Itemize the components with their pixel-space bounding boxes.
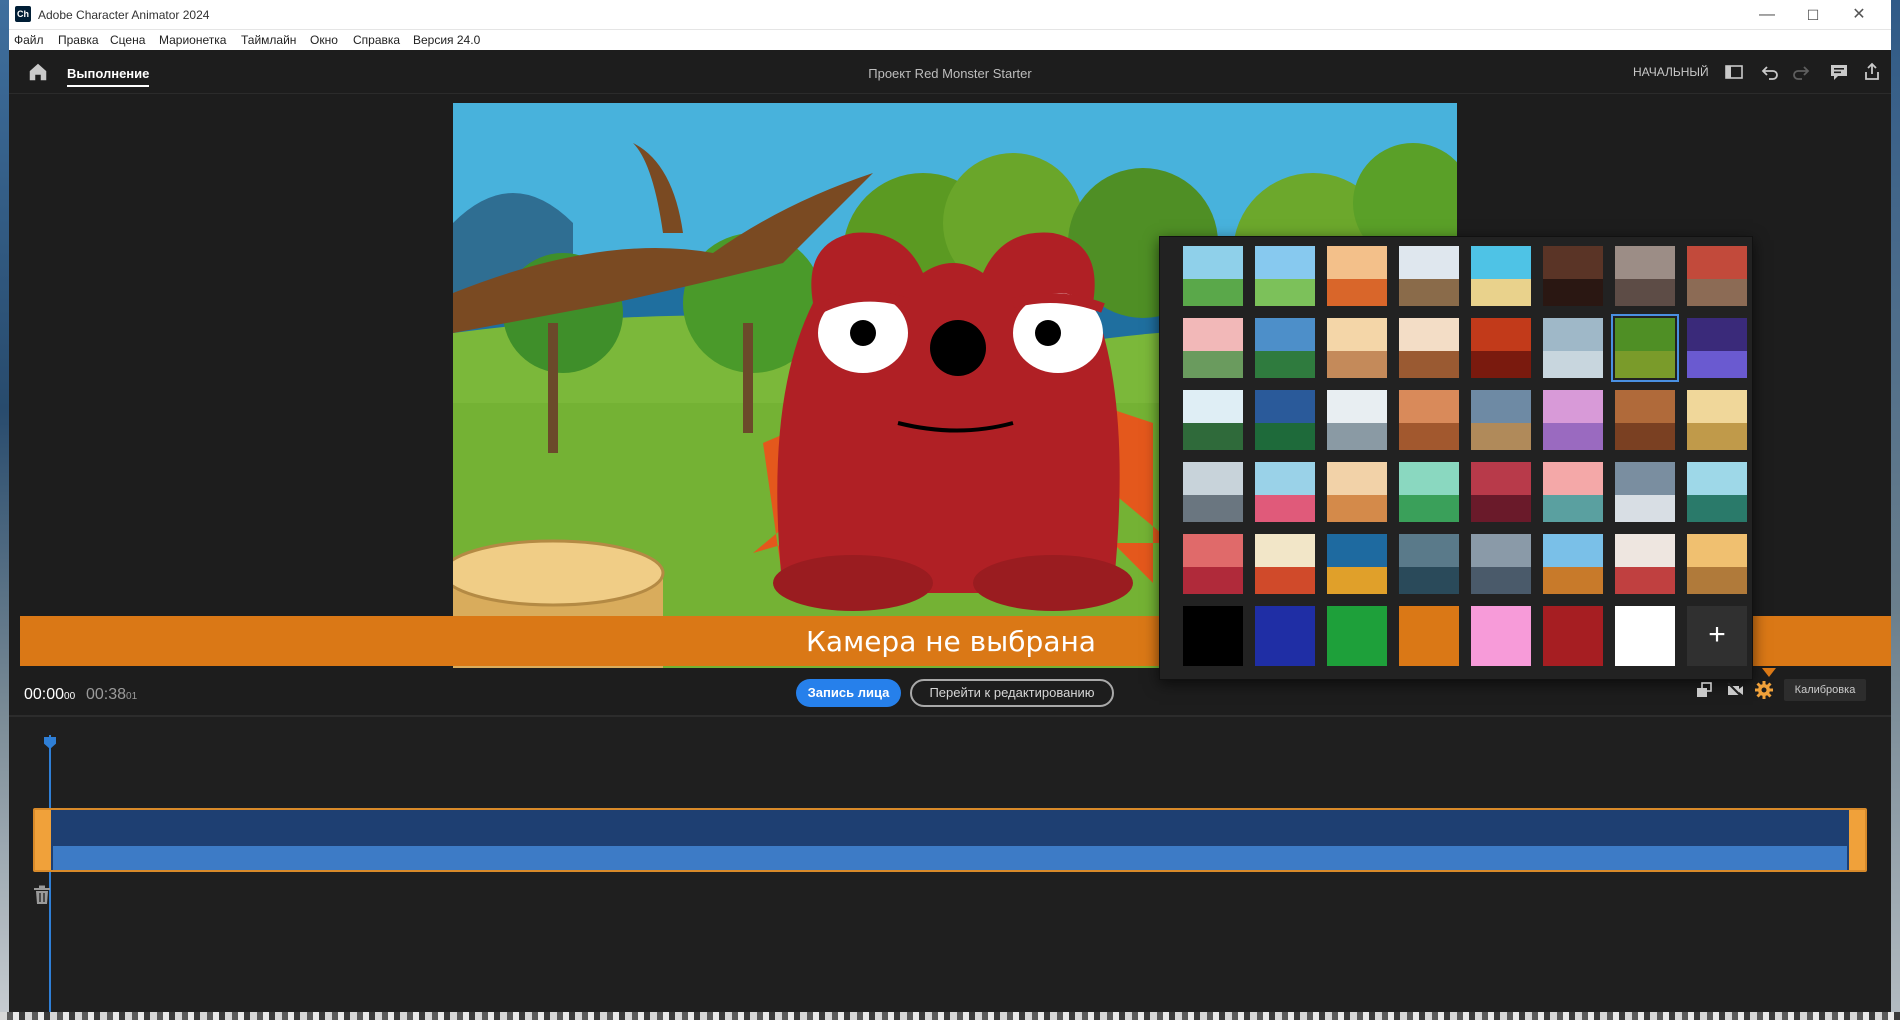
workspace-label[interactable]: НАЧАЛЬНЫЙ bbox=[1633, 65, 1709, 79]
background-thumb-city-ruins[interactable] bbox=[1543, 246, 1603, 306]
color-swatch-4[interactable] bbox=[1399, 606, 1459, 666]
go-to-edit-button[interactable]: Перейти к редактированию bbox=[910, 679, 1114, 707]
current-time-frames: 00 bbox=[64, 691, 76, 702]
background-thumb-village-house[interactable] bbox=[1687, 534, 1747, 594]
menu-scene[interactable]: Сцена bbox=[110, 33, 145, 47]
background-thumb-snowy-peaks[interactable] bbox=[1687, 462, 1747, 522]
color-swatch-3[interactable] bbox=[1327, 606, 1387, 666]
workspace-layout-icon[interactable] bbox=[1724, 62, 1744, 82]
desktop-left-edge bbox=[0, 0, 9, 1020]
menu-timeline[interactable]: Таймлайн bbox=[241, 33, 296, 47]
background-thumb-photo-studio[interactable] bbox=[1327, 390, 1387, 450]
maximize-button[interactable]: ☐ bbox=[1790, 0, 1836, 30]
app-title: Adobe Character Animator 2024 bbox=[38, 8, 210, 22]
menu-file[interactable]: Файл bbox=[14, 33, 44, 47]
playhead-line[interactable] bbox=[49, 735, 51, 1012]
title-bar: Ch Adobe Character Animator 2024 — ☐ ✕ bbox=[9, 0, 1891, 30]
background-thumb-town-square[interactable] bbox=[1399, 534, 1459, 594]
background-thumb-autumn-park[interactable] bbox=[1327, 246, 1387, 306]
background-thumb-forest-trees[interactable] bbox=[1183, 246, 1243, 306]
background-thumb-stadium-lights[interactable] bbox=[1255, 390, 1315, 450]
duration-time-frames: 01 bbox=[126, 691, 138, 702]
desktop-right-edge bbox=[1891, 0, 1900, 1020]
background-thumb-meadow-hills[interactable] bbox=[1255, 246, 1315, 306]
color-swatch-2[interactable] bbox=[1255, 606, 1315, 666]
menu-edit[interactable]: Правка bbox=[58, 33, 99, 47]
minimize-button[interactable]: — bbox=[1744, 0, 1790, 30]
app-window: Ch Adobe Character Animator 2024 — ☐ ✕ Ф… bbox=[9, 0, 1891, 1012]
timeline-panel bbox=[9, 715, 1891, 1012]
background-thumb-lighthouse[interactable] bbox=[1615, 462, 1675, 522]
background-thumb-pink-planet[interactable] bbox=[1543, 390, 1603, 450]
background-thumb-pink-cliffs[interactable] bbox=[1183, 534, 1243, 594]
app-logo-icon: Ch bbox=[15, 6, 31, 22]
color-swatch-1[interactable] bbox=[1183, 606, 1243, 666]
menu-puppet[interactable]: Марионетка bbox=[159, 33, 226, 47]
close-button[interactable]: ✕ bbox=[1836, 0, 1882, 30]
color-swatch-6[interactable] bbox=[1543, 606, 1603, 666]
menu-window[interactable]: Окно bbox=[310, 33, 338, 47]
audio-track-block[interactable] bbox=[33, 808, 1867, 872]
duration-time-value: 00:38 bbox=[86, 686, 127, 703]
current-time: 00:0000 bbox=[24, 686, 75, 704]
background-thumb-house-porch[interactable] bbox=[1615, 246, 1675, 306]
background-thumb-wooden-wall[interactable] bbox=[1615, 390, 1675, 450]
background-thumb-forest-clearing[interactable] bbox=[1611, 314, 1679, 382]
record-face-button[interactable]: Запись лица bbox=[796, 679, 901, 707]
background-thumb-desert-cactus[interactable] bbox=[1687, 390, 1747, 450]
background-thumb-cozy-room[interactable] bbox=[1327, 318, 1387, 378]
desktop-bottom-edge bbox=[0, 1012, 1900, 1020]
performance-controls: 00:0000 00:3801 Запись лица Перейти к ре… bbox=[9, 670, 1891, 714]
track-end-handle[interactable] bbox=[1849, 810, 1865, 870]
audio-waveform bbox=[53, 846, 1847, 870]
menu-version[interactable]: Версия 24.0 bbox=[413, 33, 480, 47]
background-thumb-living-room-sofa[interactable] bbox=[1399, 318, 1459, 378]
calibrate-button[interactable]: Калибровка bbox=[1784, 679, 1866, 701]
current-time-value: 00:00 bbox=[24, 686, 65, 703]
settings-gear-icon[interactable] bbox=[1754, 680, 1774, 700]
background-thumb-mountain-valley[interactable] bbox=[1255, 318, 1315, 378]
background-thumb-canyon-rocks[interactable] bbox=[1327, 462, 1387, 522]
background-thumb-treehouse[interactable] bbox=[1543, 534, 1603, 594]
background-thumb-autumn-lake[interactable] bbox=[1327, 534, 1387, 594]
camera-off-icon[interactable] bbox=[1725, 680, 1745, 700]
background-thumb-red-sunset-hills[interactable] bbox=[1471, 462, 1531, 522]
background-thumb-tree-swing[interactable] bbox=[1615, 534, 1675, 594]
background-thumb-snowy-cabin[interactable] bbox=[1183, 390, 1243, 450]
replace-background-icon[interactable] bbox=[1694, 680, 1714, 700]
menu-bar: Файл Правка Сцена Марионетка Таймлайн Ок… bbox=[9, 30, 1891, 50]
menu-help[interactable]: Справка bbox=[353, 33, 400, 47]
background-thumb-kitchen-counter[interactable] bbox=[1687, 246, 1747, 306]
playhead-handle[interactable] bbox=[44, 737, 56, 749]
top-toolbar: Выполнение Проект Red Monster Starter НА… bbox=[9, 50, 1891, 94]
background-thumb-cherry-blossom[interactable] bbox=[1183, 318, 1243, 378]
color-swatch-5[interactable] bbox=[1471, 606, 1531, 666]
project-title: Проект Red Monster Starter bbox=[868, 66, 1032, 81]
background-thumb-green-hills[interactable] bbox=[1399, 462, 1459, 522]
background-thumb-pirate-ship[interactable] bbox=[1471, 534, 1531, 594]
comments-icon[interactable] bbox=[1829, 62, 1849, 82]
background-thumb-harbor-boat[interactable] bbox=[1183, 462, 1243, 522]
background-thumb-red-desert[interactable] bbox=[1471, 318, 1531, 378]
add-background-button[interactable]: + bbox=[1687, 606, 1747, 666]
color-swatch-7[interactable] bbox=[1615, 606, 1675, 666]
track-start-handle[interactable] bbox=[35, 810, 51, 870]
undo-icon[interactable] bbox=[1760, 62, 1780, 82]
background-thumb-office-desk[interactable] bbox=[1543, 318, 1603, 378]
background-thumb-tropical-beach[interactable] bbox=[1471, 246, 1531, 306]
redo-icon[interactable] bbox=[1791, 62, 1811, 82]
trash-icon[interactable] bbox=[33, 885, 51, 905]
background-thumb-pink-sky-mountains[interactable] bbox=[1543, 462, 1603, 522]
background-thumb-playground[interactable] bbox=[1255, 534, 1315, 594]
background-thumb-winter-branches[interactable] bbox=[1399, 246, 1459, 306]
background-thumb-misty-city[interactable] bbox=[1471, 390, 1531, 450]
background-thumb-room-lamp[interactable] bbox=[1399, 390, 1459, 450]
duration-time: 00:3801 bbox=[86, 686, 137, 704]
background-thumb-snowy-tree[interactable] bbox=[1255, 462, 1315, 522]
background-thumb-night-city[interactable] bbox=[1687, 318, 1747, 378]
share-icon[interactable] bbox=[1862, 62, 1882, 82]
